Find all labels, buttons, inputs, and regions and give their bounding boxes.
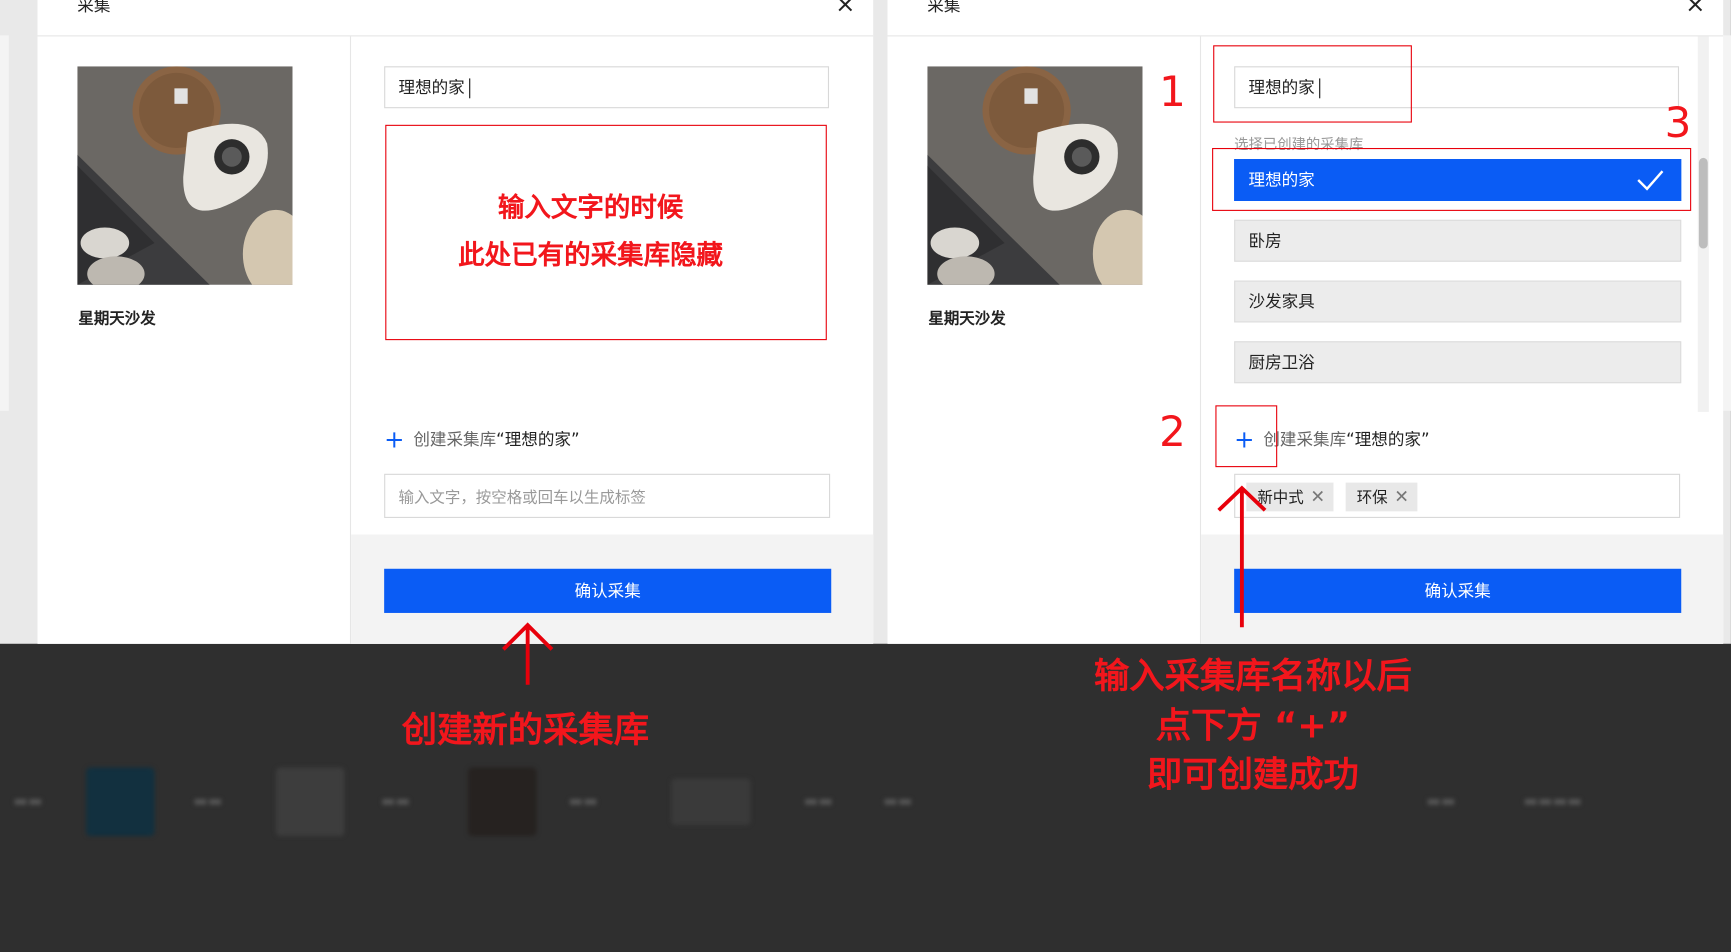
product-image [927,66,1143,285]
annotation-arrow-caption: 创建新的采集库 [401,709,650,751]
annotation-caption-line3: 即可创建成功 [1146,753,1359,796]
blurred-label: ▬▬▬▬ [1523,792,1582,811]
annotation-marker-3: 3 [1664,98,1692,147]
backdrop-overlay [0,643,1731,952]
create-library-row[interactable]: + 创建采集库“理想的家” [384,426,579,454]
canvas: ▬▬ ▬▬ ▬▬ ▬▬ ▬▬ ▬▬ ▬▬ ▬▬▬▬ 采集 × 星期天沙发 理想的… [0,0,1731,952]
annotation-caption-line2: 点下方 “+” [1155,704,1351,747]
library-name-value: 理想的家 [398,77,465,98]
library-item-label: 沙发家具 [1248,291,1315,312]
text-caret [469,77,471,98]
tag-input[interactable]: 新中式 ✕ 环保 ✕ [1234,473,1681,518]
modal-header: 采集 × [887,0,1724,37]
confirm-collect-button[interactable]: 确认采集 [384,568,832,613]
library-item[interactable]: 卧房 [1234,219,1682,262]
annotation-note-line2: 此处已有的采集库隐藏 [458,239,724,271]
blurred-swatch [86,767,155,837]
create-library-name: “理想的家” [1346,429,1430,450]
library-name-input[interactable]: 理想的家 [384,66,830,109]
modal-header: 采集 × [37,0,874,37]
plus-icon[interactable]: + [384,426,404,454]
arrow-up-icon [502,622,554,685]
library-item-label: 厨房卫浴 [1248,352,1315,373]
image-caption: 星期天沙发 [78,310,156,329]
confirm-collect-button[interactable]: 确认采集 [1234,568,1682,613]
blurred-label: ▬▬ [380,792,411,811]
form-pane: 理想的家 选择已创建的采集库 理想的家 卧房 沙发家具 厨房卫浴 + 创建采集库“… [1201,36,1724,644]
library-item-label: 卧房 [1248,230,1282,251]
arrow-up-icon [1217,485,1267,628]
preview-pane: 星期天沙发 [888,36,1202,644]
annotation-box-2 [1215,405,1278,468]
image-caption: 星期天沙发 [928,310,1006,329]
blurred-swatch [275,767,345,837]
left-edge-strip [0,35,9,411]
modal-title: 采集 [77,0,111,16]
modal-title: 采集 [927,0,961,16]
annotation-marker-2: 2 [1159,407,1186,457]
tag-chip: 环保 ✕ [1345,482,1418,512]
remove-tag-icon[interactable]: ✕ [1394,486,1409,507]
library-item[interactable]: 沙发家具 [1234,280,1682,323]
modal-footer: 确认采集 [351,534,874,644]
modal-footer: 确认采集 [1201,534,1724,644]
annotation-marker-1: 1 [1159,67,1186,116]
blurred-label: ▬▬ [883,792,913,811]
right-edge-strip [1723,35,1731,411]
library-item[interactable]: 厨房卫浴 [1234,341,1682,384]
blurred-swatch [671,778,751,825]
library-scrollbar-thumb[interactable] [1698,157,1708,249]
close-icon[interactable]: × [835,0,855,18]
remove-tag-icon[interactable]: ✕ [1310,486,1325,507]
tag-input-placeholder: 输入文字，按空格或回车以生成标签 [398,489,646,507]
annotation-note-line1: 输入文字的时候 [497,192,684,224]
blurred-label: ▬▬ [568,792,598,811]
tag-label: 环保 [1356,489,1388,507]
annotation-box-3 [1212,147,1692,211]
create-library-prefix: 创建采集库 [413,429,497,450]
blurred-label: ▬▬ [803,792,833,811]
product-image [77,66,293,285]
create-library-name: “理想的家” [496,429,580,450]
blurred-label: ▬▬ [193,792,223,811]
blurred-label: ▬▬ [13,792,43,811]
close-icon[interactable]: × [1685,0,1705,18]
tag-input[interactable]: 输入文字，按空格或回车以生成标签 [384,473,831,518]
preview-pane: 星期天沙发 [38,36,352,644]
annotation-box-1 [1213,45,1412,123]
annotation-caption-line1: 输入采集库名称以后 [1093,654,1412,697]
blurred-swatch [468,767,537,837]
